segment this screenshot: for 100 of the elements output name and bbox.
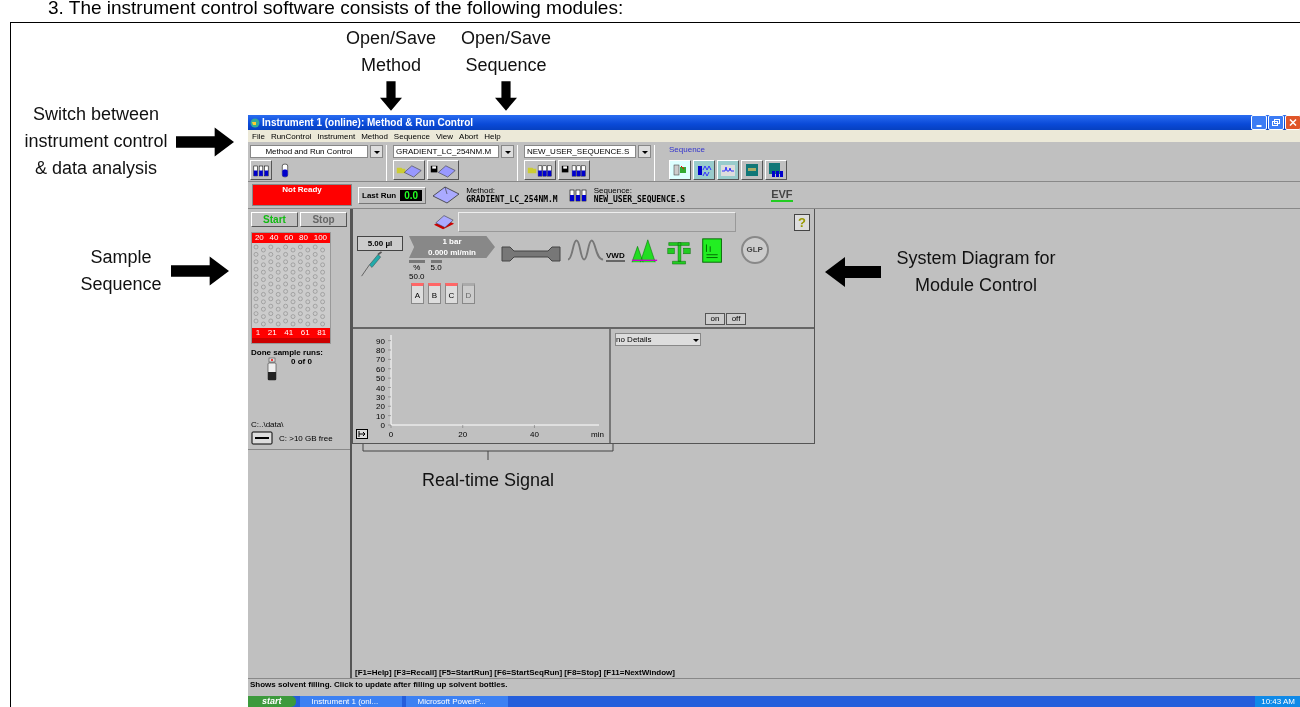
tray-number: 40 <box>269 233 279 243</box>
tray-number: 1 <box>255 328 261 338</box>
tray-number: 61 <box>300 328 310 338</box>
close-button[interactable] <box>1285 115 1300 130</box>
details-select[interactable]: no Details <box>615 333 701 346</box>
tray-number: 21 <box>267 328 277 338</box>
sequence-select[interactable]: NEW_USER_SEQUENCE.S <box>524 145 636 158</box>
menu-item[interactable]: RunControl <box>270 131 312 141</box>
view-button[interactable] <box>693 160 715 180</box>
tray-number: 41 <box>284 328 294 338</box>
x-axis-label: min <box>591 430 604 439</box>
column-icon[interactable] <box>501 244 561 264</box>
sequence-name: NEW_USER_SEQUENCE.S <box>593 195 686 204</box>
x-tick-label: 0 <box>388 430 394 439</box>
minimize-icon <box>1256 124 1262 127</box>
pump-flow: 0.000 ml/min <box>428 247 476 258</box>
solvent-bottle[interactable]: A <box>411 283 424 304</box>
power-switch-button[interactable]: off <box>726 313 746 325</box>
vials-icon <box>567 187 588 203</box>
last-run-label: Last Run <box>362 190 397 200</box>
function-key-hints: [F1=Help] [F3=Recall] [F5=StartRun] [F6=StartSeqRun] [F8=Stop] [F11=NextWindow] <box>354 668 676 678</box>
method-label: Method: <box>466 186 497 195</box>
chromatogram-icon <box>720 162 736 178</box>
menu-item[interactable]: View <box>435 131 454 141</box>
callout-label: Sample Sequence <box>79 246 163 296</box>
pump-status[interactable]: 1 bar 0.000 ml/min <box>409 236 495 258</box>
view-button[interactable] <box>765 160 787 180</box>
sample-tray[interactable]: 20 40 60 80 100 1 21 41 61 81 <box>251 232 331 344</box>
injector-volume[interactable]: 5.00 µl <box>357 236 403 251</box>
open-sequence-button[interactable] <box>524 160 556 180</box>
y-tick-label: 80 <box>376 346 385 355</box>
right-arrow-icon <box>176 126 234 157</box>
callout-label: Real-time Signal <box>421 469 555 492</box>
menu-item[interactable]: Instrument <box>317 131 356 141</box>
start-button[interactable]: start <box>248 696 296 707</box>
logbook-vials-icon <box>768 162 784 178</box>
method-select[interactable]: GRADIENT_LC_254NM.M <box>393 145 499 158</box>
view-button[interactable] <box>741 160 763 180</box>
tray-number: 80 <box>299 233 308 243</box>
done-runs-label: Done sample runs: <box>251 348 324 357</box>
percent-label: % <box>413 263 421 272</box>
globe-icon <box>250 117 260 128</box>
clock: 10:43 AM <box>1255 696 1300 707</box>
solvent-bottle[interactable]: C <box>445 283 458 304</box>
folder-book-icon <box>395 162 423 178</box>
detector-module[interactable]: VWD <box>567 238 625 262</box>
callout-label: Switch between instrument control & data analysis <box>23 103 169 180</box>
disk-free-space: C: >10 GB free <box>279 433 333 443</box>
pump-pressure: 1 bar <box>442 236 462 247</box>
y-tick-label: 50 <box>376 374 385 384</box>
dropdown-button[interactable] <box>370 145 383 158</box>
taskbar-item[interactable]: Microsoft PowerP... <box>405 696 508 707</box>
status-bar: Shows solvent filling. Click to update after filling up solvent bottles. <box>248 678 1300 690</box>
y-tick-label: 70 <box>376 355 385 365</box>
minimize-button[interactable] <box>1251 115 1267 130</box>
view-button[interactable] <box>717 160 739 180</box>
vials-icon <box>252 162 270 178</box>
callout-label: Open/Save Method <box>344 27 438 77</box>
toolbar-button[interactable] <box>250 160 272 180</box>
last-run-value: 0.0 <box>400 189 423 201</box>
y-tick-label: 10 <box>376 411 385 421</box>
zoom-button[interactable] <box>356 429 368 439</box>
dropdown-button[interactable] <box>638 145 651 158</box>
restore-button[interactable] <box>1268 115 1284 130</box>
x-tick-label: 20 <box>458 430 468 439</box>
sequence-label: Sequence: <box>593 186 632 195</box>
peaks-icon <box>567 238 605 262</box>
menu-item[interactable]: Sequence <box>393 131 430 141</box>
view-button[interactable] <box>669 160 691 180</box>
y-tick-label: 90 <box>376 336 385 346</box>
disk-drive-icon <box>251 431 273 445</box>
menu-item[interactable]: File <box>252 131 265 141</box>
menu-item[interactable]: Help <box>484 131 501 141</box>
save-sequence-button[interactable] <box>558 160 590 180</box>
solvent-bottle[interactable]: B <box>428 283 441 304</box>
menu-item[interactable]: Method <box>361 131 388 141</box>
evf-logo: EVF <box>771 188 793 202</box>
percent-value: 50.0 <box>409 272 425 281</box>
right-arrow-icon <box>171 256 229 286</box>
taskbar-item[interactable]: Instrument 1 (onl... <box>299 696 402 707</box>
save-method-button[interactable] <box>427 160 459 180</box>
left-arrow-icon <box>825 255 881 289</box>
tray-number: 81 <box>317 328 327 338</box>
window-title: Instrument 1 (online): Method & Run Control <box>262 117 474 128</box>
menu-item[interactable]: Abort <box>459 131 479 141</box>
method-book-icon[interactable] <box>433 213 455 231</box>
glp-button[interactable]: GLP <box>740 236 769 264</box>
tray-number: 100 <box>313 233 328 243</box>
y-tick-label: 60 <box>376 364 385 374</box>
views-label: Sequence <box>669 145 707 156</box>
callout-label: Open/Save Sequence <box>459 27 553 77</box>
view-select[interactable]: Method and Run Control <box>250 145 368 158</box>
restore-icon <box>1272 119 1280 126</box>
status-indicator: Not Ready <box>252 184 352 206</box>
power-switch-button[interactable]: on <box>705 313 725 325</box>
folder-vials-icon <box>526 162 554 178</box>
dropdown-button[interactable] <box>501 145 514 158</box>
disk-vials-icon <box>560 162 588 178</box>
open-method-button[interactable] <box>393 160 425 180</box>
tray-number: 60 <box>284 233 294 243</box>
